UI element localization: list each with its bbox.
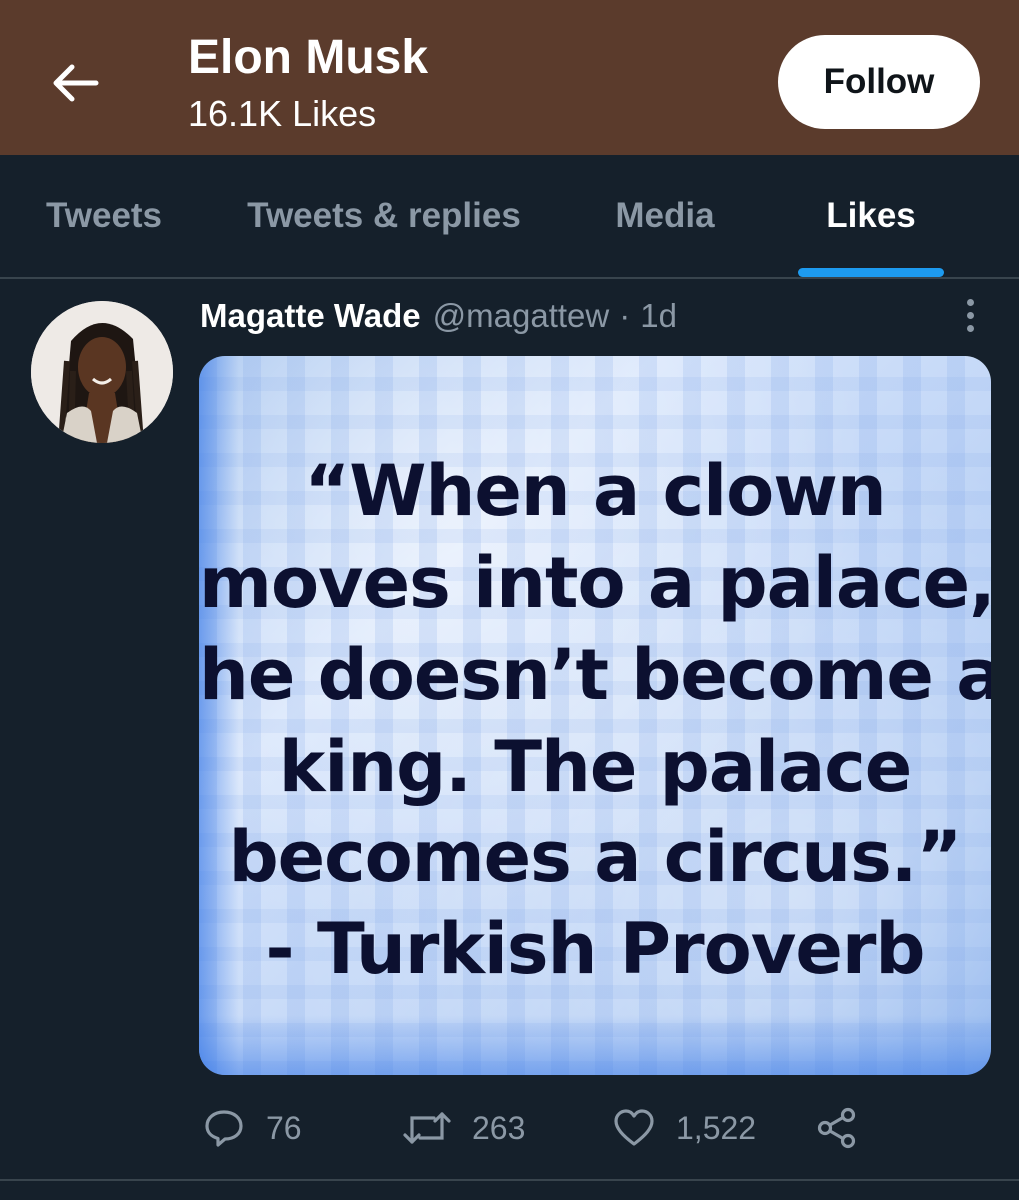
- avatar-image: [31, 301, 173, 443]
- tweet[interactable]: Magatte Wade @magattew · 1d “When a clow…: [0, 279, 1019, 1181]
- author-handle[interactable]: @magattew: [433, 297, 610, 335]
- heart-icon: [614, 1109, 654, 1146]
- profile-header: Elon Musk 16.1K Likes Follow: [0, 0, 1019, 155]
- author-name[interactable]: Magatte Wade: [200, 297, 421, 335]
- quote-line: becomes a circus.”: [228, 816, 963, 898]
- arrow-left-icon: [53, 64, 99, 102]
- more-dot: [966, 298, 974, 306]
- retweet-button[interactable]: 263: [402, 1103, 525, 1153]
- more-dot: [966, 311, 974, 319]
- separator: ·: [619, 297, 631, 334]
- quote-line: - Turkish Proverb: [265, 908, 926, 990]
- tab-media[interactable]: Media: [580, 155, 750, 277]
- profile-name: Elon Musk: [188, 31, 429, 84]
- tab-tweets[interactable]: Tweets: [20, 155, 188, 277]
- more-options-button[interactable]: [950, 295, 990, 335]
- tweet-time[interactable]: 1d: [640, 297, 677, 335]
- quote-line: moves into a palace,: [199, 542, 991, 624]
- retweet-count: 263: [472, 1109, 526, 1146]
- tab-likes[interactable]: Likes: [782, 155, 960, 277]
- tab-tweets-replies[interactable]: Tweets & replies: [218, 155, 550, 277]
- likes-count: 16.1K Likes: [188, 93, 377, 134]
- reply-count: 76: [266, 1109, 302, 1146]
- share-button[interactable]: [815, 1103, 859, 1153]
- reply-icon: [205, 1110, 243, 1147]
- active-tab-indicator: [798, 268, 944, 277]
- quote-line: king. The palace: [278, 726, 912, 808]
- quote-line: he doesn’t become a: [199, 634, 991, 716]
- reply-button[interactable]: 76: [202, 1103, 302, 1153]
- tweet-header: Magatte Wade @magattew · 1d: [200, 293, 677, 339]
- back-button[interactable]: [40, 48, 110, 118]
- like-button[interactable]: 1,522: [612, 1103, 756, 1153]
- avatar[interactable]: [31, 301, 173, 443]
- quote-line: “When a clown: [304, 450, 886, 532]
- follow-button[interactable]: Follow: [778, 35, 980, 129]
- share-icon: [817, 1107, 856, 1149]
- like-count: 1,522: [676, 1109, 757, 1146]
- retweet-icon: [403, 1112, 451, 1144]
- more-dot: [966, 324, 974, 332]
- profile-tabs: Tweets Tweets & replies Media Likes: [0, 155, 1019, 279]
- tweet-media-image[interactable]: “When a clown moves into a palace, he do…: [199, 356, 991, 1075]
